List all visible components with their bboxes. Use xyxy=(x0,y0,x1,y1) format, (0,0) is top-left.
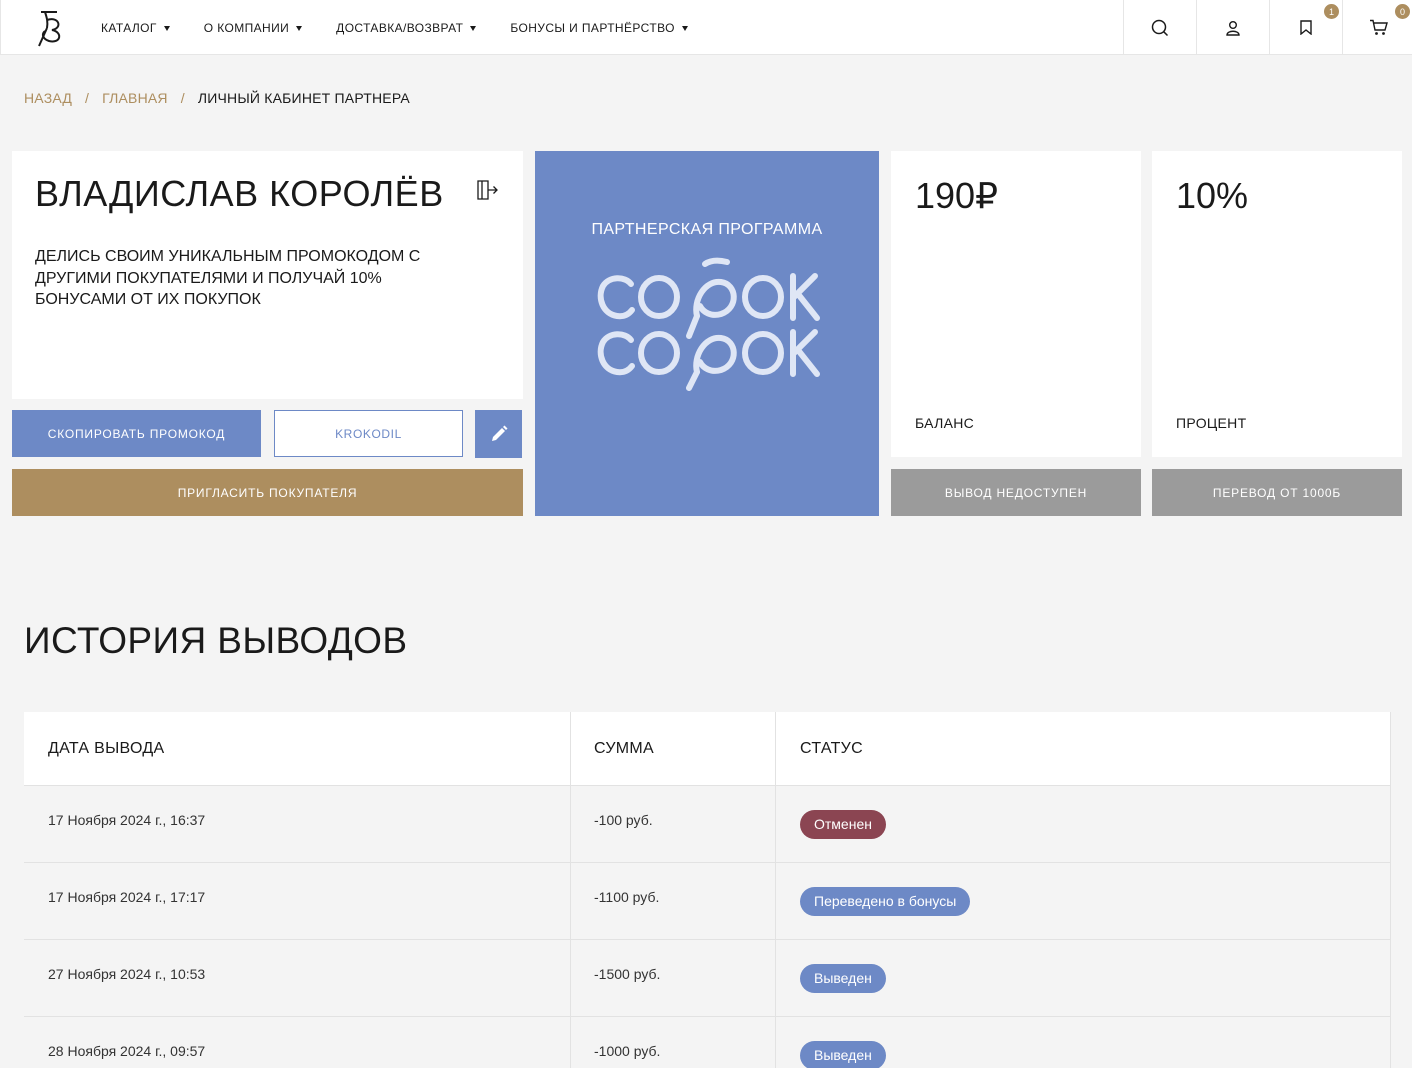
percent-value: 10% xyxy=(1176,175,1249,216)
balance-label: БАЛАНС xyxy=(915,415,975,431)
breadcrumb-back[interactable]: НАЗАД xyxy=(24,90,72,106)
column-header-amount: СУММА xyxy=(571,712,776,785)
withdrawal-date: 28 Ноября 2024 г., 09:57 xyxy=(24,1017,571,1068)
partner-name: ВЛАДИСЛАВ КОРОЛЁВ xyxy=(35,173,444,214)
breadcrumb-current: ЛИЧНЫЙ КАБИНЕТ ПАРТНЕРА xyxy=(197,90,410,106)
status-badge: Выведен xyxy=(800,963,886,993)
program-title: ПАРТНЕРСКАЯ ПРОГРАММА xyxy=(591,221,823,238)
site-header: КАТАЛОГ О КОМПАНИИ ДОСТАВКА/ВОЗВРАТ БОНУ… xyxy=(0,0,1412,55)
bookmark-count-badge: 1 xyxy=(1324,4,1339,19)
balance-card: 190₽ БАЛАНС xyxy=(891,151,1141,457)
cart-count-badge: 0 xyxy=(1395,4,1410,19)
table-row: 17 Ноября 2024 г., 17:17 -1100 руб. Пере… xyxy=(24,863,1391,940)
nav-about[interactable]: О КОМПАНИИ xyxy=(203,20,303,35)
withdrawal-date: 17 Ноября 2024 г., 17:17 xyxy=(24,863,571,939)
caret-down-icon xyxy=(470,26,477,31)
column-header-status: СТАТУС xyxy=(776,712,1391,785)
nav-label: КАТАЛОГ xyxy=(101,20,157,35)
caret-down-icon xyxy=(296,26,303,31)
search-button[interactable] xyxy=(1123,0,1196,55)
transfer-button[interactable]: ПЕРЕВОД ОТ 1000Б xyxy=(1152,469,1402,516)
nav-catalog[interactable]: КАТАЛОГ xyxy=(101,21,170,35)
bookmark-icon xyxy=(1300,20,1312,35)
withdrawal-amount: -100 руб. xyxy=(571,786,776,862)
table-row: 27 Ноября 2024 г., 10:53 -1500 руб. Выве… xyxy=(24,940,1391,1017)
bookmarks-button[interactable]: 1 xyxy=(1269,0,1342,55)
status-cell: Переведено в бонусы xyxy=(776,863,1391,939)
table-row: 28 Ноября 2024 г., 09:57 -1000 руб. Выве… xyxy=(24,1017,1391,1068)
history-title: ИСТОРИЯ ВЫВОДОВ xyxy=(24,620,408,661)
withdrawal-date: 17 Ноября 2024 г., 16:37 xyxy=(24,786,571,862)
breadcrumb-home[interactable]: ГЛАВНАЯ xyxy=(102,90,168,106)
withdrawals-table: ДАТА ВЫВОДА СУММА СТАТУС 17 Ноября 2024 … xyxy=(24,712,1391,1068)
brand-logo[interactable] xyxy=(33,6,67,48)
withdrawal-date: 27 Ноября 2024 г., 10:53 xyxy=(24,940,571,1016)
account-button[interactable] xyxy=(1196,0,1269,55)
partner-program-banner: ПАРТНЕРСКАЯ ПРОГРАММА xyxy=(535,151,879,516)
table-row: 17 Ноября 2024 г., 16:37 -100 руб. Отмен… xyxy=(24,786,1391,863)
balance-value: 190₽ xyxy=(915,175,998,216)
status-badge: Отменен xyxy=(800,809,886,839)
percent-card: 10% ПРОЦЕНТ xyxy=(1152,151,1402,457)
status-badge: Переведено в бонусы xyxy=(800,886,971,916)
table-header: ДАТА ВЫВОДА СУММА СТАТУС xyxy=(24,712,1391,786)
nav-delivery[interactable]: ДОСТАВКА/ВОЗВРАТ xyxy=(336,20,477,35)
withdrawal-amount: -1100 руб. xyxy=(571,863,776,939)
invite-buyer-button[interactable]: ПРИГЛАСИТЬ ПОКУПАТЕЛЯ xyxy=(12,469,523,516)
withdrawal-amount: -1500 руб. xyxy=(571,940,776,1016)
nav-label: О КОМПАНИИ xyxy=(203,20,290,35)
profile-card: ВЛАДИСЛАВ КОРОЛЁВ ДЕЛИСЬ СВОИМ УНИКАЛЬНЫ… xyxy=(12,151,523,399)
breadcrumb-separator: / xyxy=(180,90,185,106)
main-nav: КАТАЛОГ О КОМПАНИИ ДОСТАВКА/ВОЗВРАТ БОНУ… xyxy=(101,0,722,55)
withdrawal-amount: -1000 руб. xyxy=(571,1017,776,1068)
pencil-icon xyxy=(491,425,507,441)
cart-button[interactable]: 0 xyxy=(1342,0,1412,55)
status-cell: Выведен xyxy=(776,940,1391,1016)
nav-label: ДОСТАВКА/ВОЗВРАТ xyxy=(336,20,464,35)
breadcrumb: НАЗАД / ГЛАВНАЯ / ЛИЧНЫЙ КАБИНЕТ ПАРТНЕР… xyxy=(24,90,410,106)
edit-promo-button[interactable] xyxy=(475,410,522,458)
status-badge: Выведен xyxy=(800,1040,886,1068)
column-header-date: ДАТА ВЫВОДА xyxy=(24,712,571,785)
promo-code-field[interactable] xyxy=(274,410,463,457)
nav-label: БОНУСЫ И ПАРТНЁРСТВО xyxy=(510,20,675,35)
promo-description: ДЕЛИСЬ СВОИМ УНИКАЛЬНЫМ ПРОМОКОДОМ С ДРУ… xyxy=(35,248,421,308)
logout-icon[interactable] xyxy=(476,178,500,202)
status-cell: Отменен xyxy=(776,786,1391,862)
user-icon xyxy=(1226,20,1240,36)
percent-label: ПРОЦЕНТ xyxy=(1176,415,1247,431)
sorok-sorok-logo xyxy=(597,257,820,391)
nav-bonuses[interactable]: БОНУСЫ И ПАРТНЁРСТВО xyxy=(510,20,688,35)
breadcrumb-separator: / xyxy=(85,90,90,106)
caret-down-icon xyxy=(681,26,688,31)
cart-icon xyxy=(1369,19,1388,35)
copy-promo-button[interactable]: СКОПИРОВАТЬ ПРОМОКОД xyxy=(12,410,261,457)
withdraw-unavailable-button[interactable]: ВЫВОД НЕДОСТУПЕН xyxy=(891,469,1141,516)
status-cell: Выведен xyxy=(776,1017,1391,1068)
caret-down-icon xyxy=(163,26,170,31)
search-icon xyxy=(1151,19,1169,36)
